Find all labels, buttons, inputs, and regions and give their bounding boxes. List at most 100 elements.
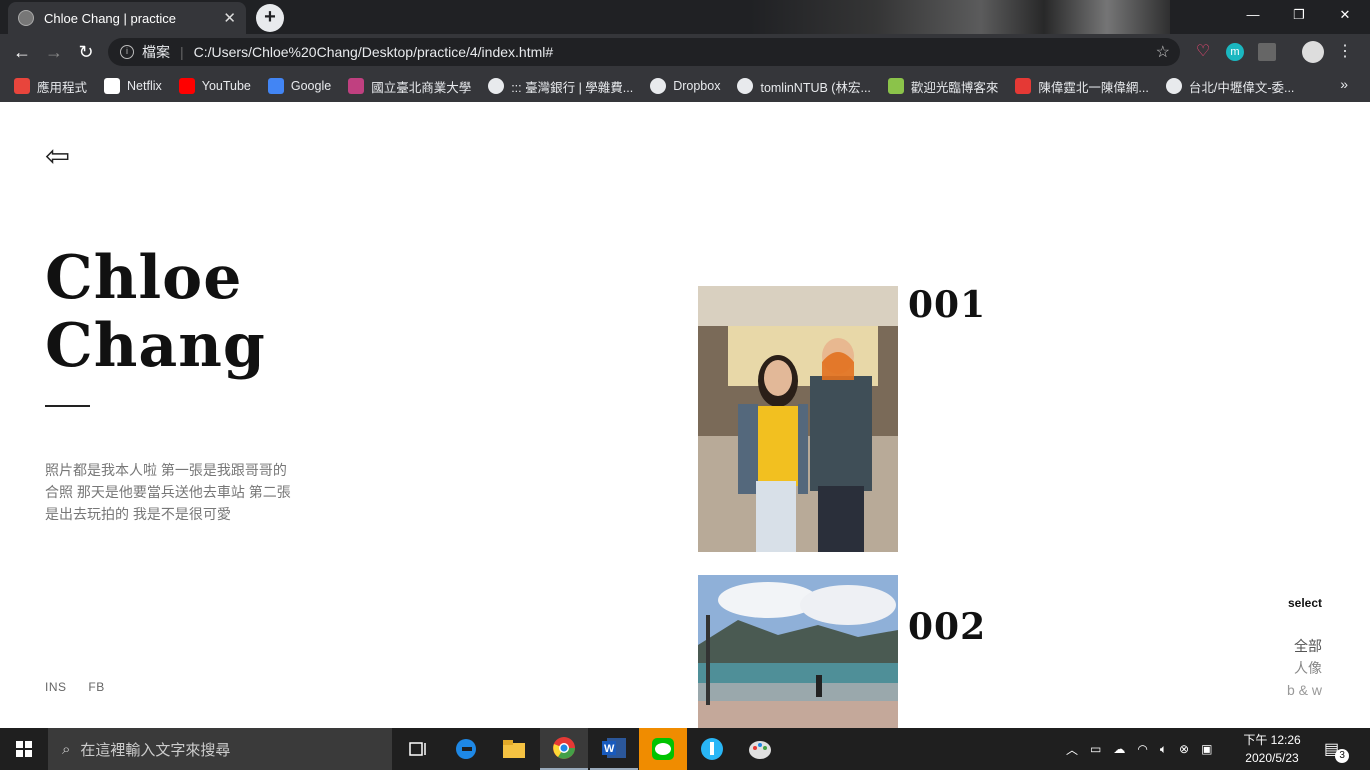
bookmark-label: ::: 臺灣銀行 | 學雜費... [511, 80, 634, 95]
bookmark-label: tomlinNTUB (林宏... [760, 80, 871, 95]
windows-start-button[interactable] [0, 728, 48, 770]
onedrive-icon[interactable]: ☁ [1113, 742, 1125, 756]
fb-link[interactable]: FB [88, 680, 104, 694]
google-icon [267, 78, 284, 94]
bookmark-item[interactable]: Google [267, 78, 332, 94]
browser-tab[interactable]: Chloe Chang | practice ✕ [8, 2, 246, 34]
ntub-icon [348, 78, 365, 94]
tab-close-icon[interactable]: ✕ [223, 9, 236, 27]
clock-date: 2020/5/23 [1245, 751, 1299, 765]
info-icon[interactable]: i [120, 45, 134, 59]
filter-list: 全部 人像 b & w [1287, 635, 1322, 701]
bookmark-item[interactable]: tomlinNTUB (林宏... [737, 77, 871, 96]
taskbar-clock[interactable]: 下午 12:26 2020/5/23 [1240, 731, 1304, 767]
search-placeholder: 在這裡輸入文字來搜尋 [80, 741, 231, 759]
description-text: 照片都是我本人啦 第一張是我跟哥哥的合照 那天是他要當兵送他去車站 第二張是出去… [45, 462, 291, 522]
bookmark-star-icon[interactable]: ☆ [1156, 42, 1170, 62]
social-links: INS FB [45, 680, 123, 694]
address-separator: | [180, 44, 184, 60]
back-arrow-icon[interactable]: ⇦ [45, 142, 70, 172]
youtube-icon [178, 78, 195, 94]
filter-title: select [1287, 596, 1322, 610]
bookmark-label: 國立臺北商業大學 [371, 80, 472, 95]
filter-all[interactable]: 全部 [1287, 635, 1322, 657]
tab-title: Chloe Chang | practice [44, 10, 177, 26]
volume-icon[interactable]: 🔈︎ [1160, 742, 1167, 757]
bookmark-label: 台北/中壢偉文-委... [1188, 80, 1295, 95]
photo-002[interactable] [698, 575, 898, 728]
globe-icon [1165, 78, 1182, 94]
clock-time: 下午 12:26 [1243, 733, 1301, 747]
extension-box-icon[interactable] [1258, 43, 1276, 61]
tab-favicon-icon [18, 10, 34, 26]
github-icon [737, 78, 754, 94]
bookmark-label: 陳偉霆北一陳偉網... [1038, 80, 1149, 95]
m-extension-icon[interactable]: m [1226, 43, 1244, 61]
bookmark-item[interactable]: Dropbox [650, 78, 720, 94]
forward-button[interactable]: → [40, 39, 68, 65]
books-icon [887, 78, 904, 94]
ime-off-icon[interactable]: ⊗ [1179, 742, 1189, 756]
wifi-icon[interactable]: ◠ [1137, 742, 1147, 756]
back-button[interactable]: ← [8, 39, 36, 65]
paint-icon[interactable] [736, 728, 784, 770]
filter-bw[interactable]: b & w [1287, 679, 1322, 701]
bookmark-red-icon [1015, 78, 1032, 94]
bookmark-item[interactable]: Netflix [104, 78, 162, 94]
bookmark-item[interactable]: 國立臺北商業大學 [348, 77, 471, 96]
windows-taskbar: ⌕ 在這裡輸入文字來搜尋 W ︿ ▭ ☁ ◠ 🔈︎ ⊗ ▣ 下午 12:26 2… [0, 728, 1370, 770]
url-text[interactable]: C:/Users/Chloe%20Chang/Desktop/practice/… [194, 44, 554, 60]
bookmark-item[interactable]: YouTube [178, 78, 251, 94]
apps-grid-icon [14, 78, 30, 94]
maximize-button[interactable]: ❐ [1276, 0, 1322, 34]
line-icon[interactable] [639, 728, 687, 770]
filter-portrait[interactable]: 人像 [1287, 657, 1322, 679]
edge-icon[interactable] [442, 728, 490, 770]
system-tray: ︿ ▭ ☁ ◠ 🔈︎ ⊗ ▣ [1066, 728, 1212, 770]
bookmark-label: Dropbox [673, 79, 721, 93]
file-explorer-icon[interactable] [490, 728, 538, 770]
bookmark-item[interactable]: 歡迎光臨博客來 [887, 77, 999, 96]
bookmark-item[interactable]: 應用程式 [14, 77, 87, 96]
close-window-button[interactable]: ✕ [1322, 0, 1368, 34]
titlebar-background-image [750, 0, 1170, 34]
title-divider [45, 405, 90, 407]
bookmarks-overflow-button[interactable]: » [1340, 76, 1348, 92]
ime-icon[interactable]: ▣ [1201, 742, 1212, 756]
minimize-button[interactable]: — [1230, 0, 1276, 34]
bookmark-label: Google [290, 79, 332, 93]
photo-number-001: 001 [908, 284, 987, 326]
heart-extension-icon[interactable]: ♡ [1194, 43, 1212, 61]
page-title: Chloe Chang [45, 244, 266, 380]
taskbar-search-input[interactable]: ⌕ 在這裡輸入文字來搜尋 [48, 728, 392, 770]
bookmark-item[interactable]: 台北/中壢偉文-委... [1165, 77, 1295, 96]
typora-icon[interactable] [688, 728, 736, 770]
photo-001[interactable] [698, 286, 898, 552]
bookmark-item[interactable]: ::: 臺灣銀行 | 學雜費... [488, 77, 633, 96]
browser-toolbar: ← → ↻ i 檔案 | C:/Users/Chloe%20Chang/Desk… [0, 34, 1370, 70]
bookmark-label: YouTube [201, 79, 251, 93]
ins-link[interactable]: INS [45, 680, 67, 694]
profile-avatar[interactable] [1302, 41, 1324, 63]
bookmark-label: 歡迎光臨博客來 [910, 80, 999, 95]
photo-number-002: 002 [908, 606, 987, 648]
chrome-icon[interactable] [540, 728, 588, 770]
bookmark-label: 應用程式 [37, 80, 88, 95]
netflix-icon [104, 78, 121, 94]
reload-button[interactable]: ↻ [72, 39, 100, 65]
name-line-1: Chloe [45, 243, 243, 313]
bookmark-label: Netflix [127, 79, 162, 93]
browser-titlebar: Chloe Chang | practice ✕ + — ❐ ✕ [0, 0, 1370, 34]
word-icon[interactable]: W [590, 728, 638, 770]
svg-text:W: W [604, 743, 615, 755]
address-bar[interactable]: i 檔案 | C:/Users/Chloe%20Chang/Desktop/pr… [108, 38, 1180, 66]
globe-icon [650, 78, 667, 94]
action-center-icon[interactable]: ▤ 3 [1324, 728, 1350, 770]
new-tab-button[interactable]: + [256, 4, 284, 32]
address-label: 檔案 [142, 44, 170, 60]
task-view-icon[interactable] [394, 728, 442, 770]
battery-icon[interactable]: ▭ [1090, 742, 1101, 756]
menu-kebab-icon[interactable]: ⋮ [1336, 43, 1354, 61]
bookmark-item[interactable]: 陳偉霆北一陳偉網... [1015, 77, 1149, 96]
tray-chevron-icon[interactable]: ︿ [1066, 741, 1078, 758]
